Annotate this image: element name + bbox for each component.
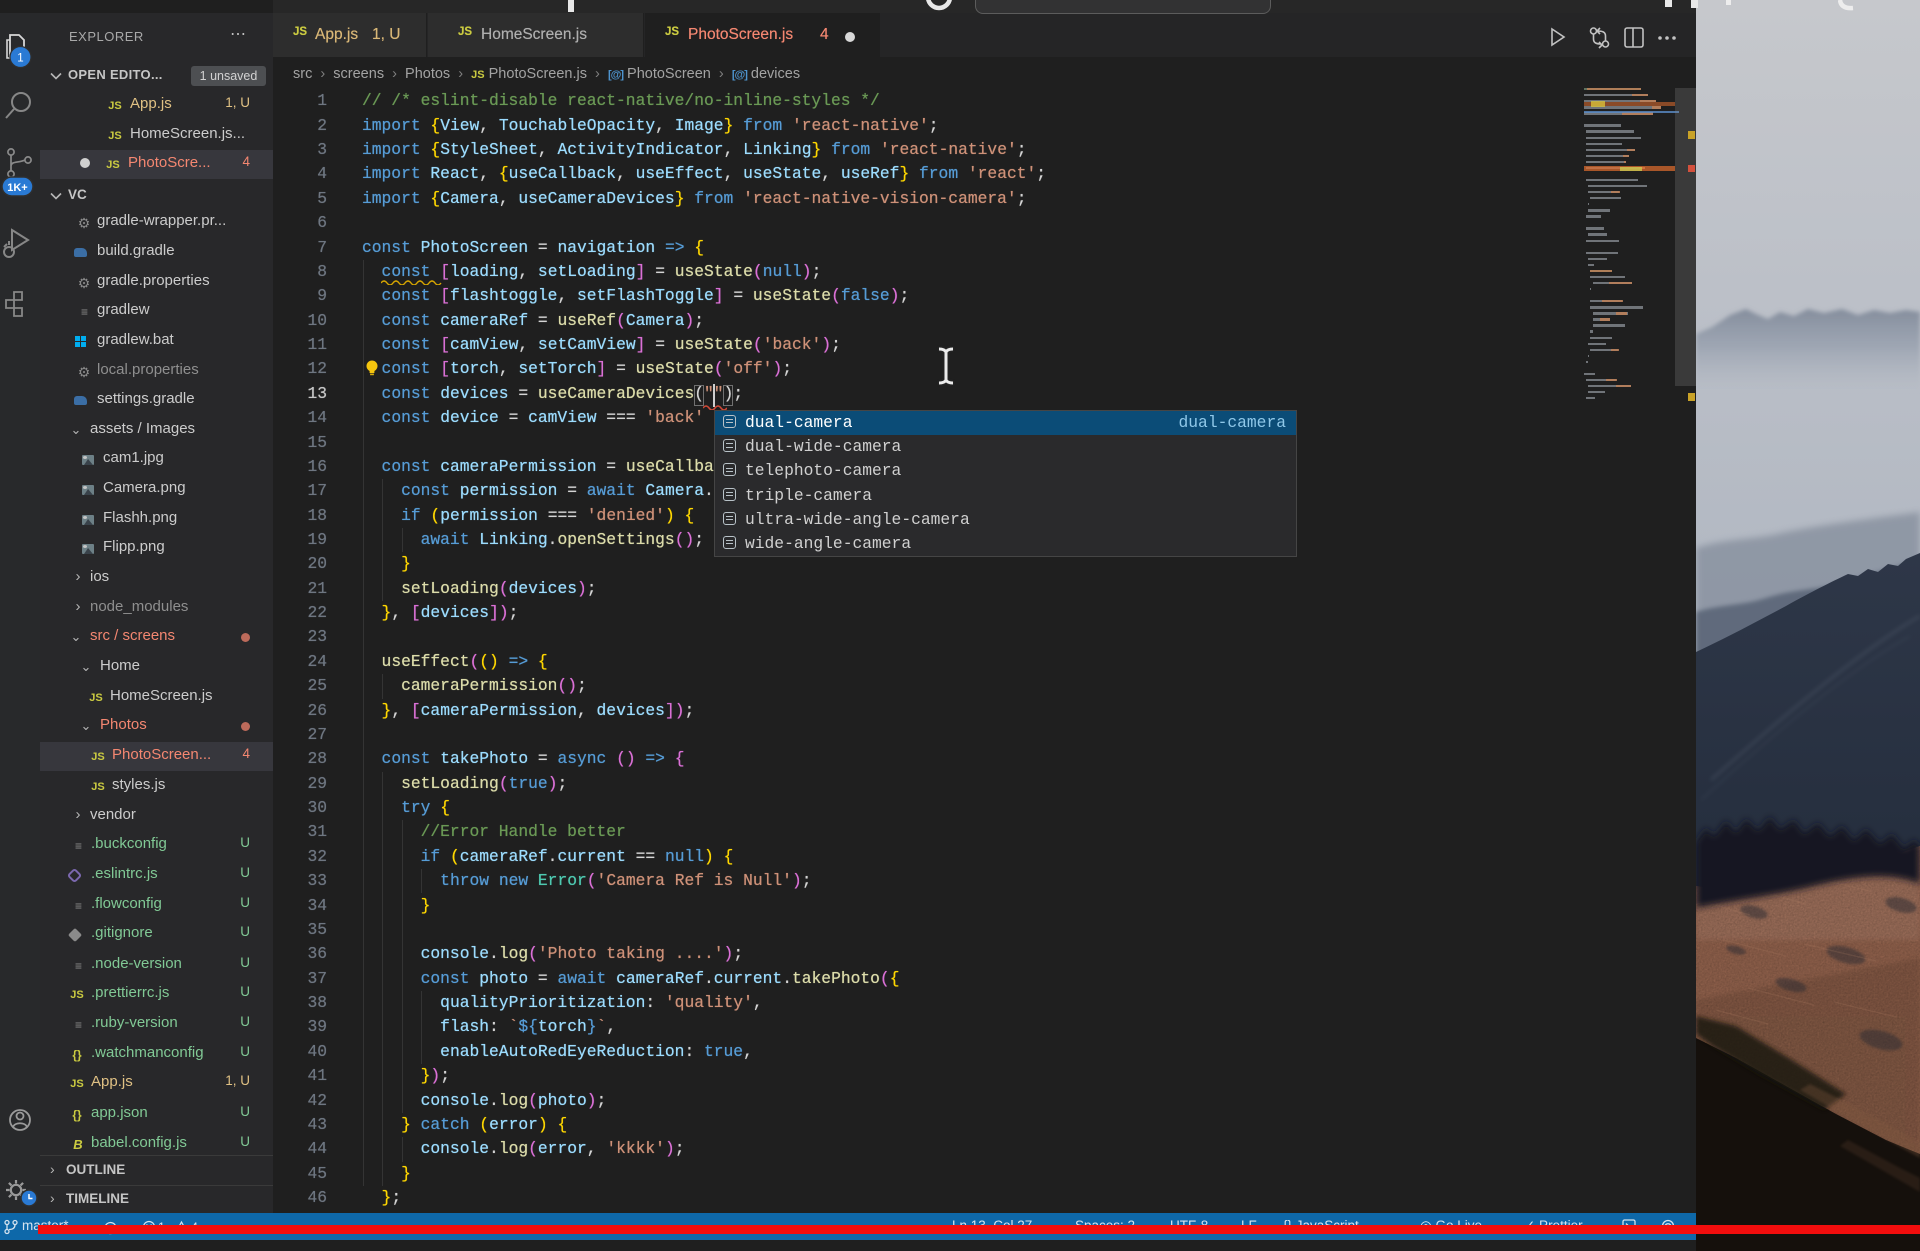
- svg-text:1: 1: [17, 53, 23, 65]
- svg-text:1K+: 1K+: [7, 182, 28, 194]
